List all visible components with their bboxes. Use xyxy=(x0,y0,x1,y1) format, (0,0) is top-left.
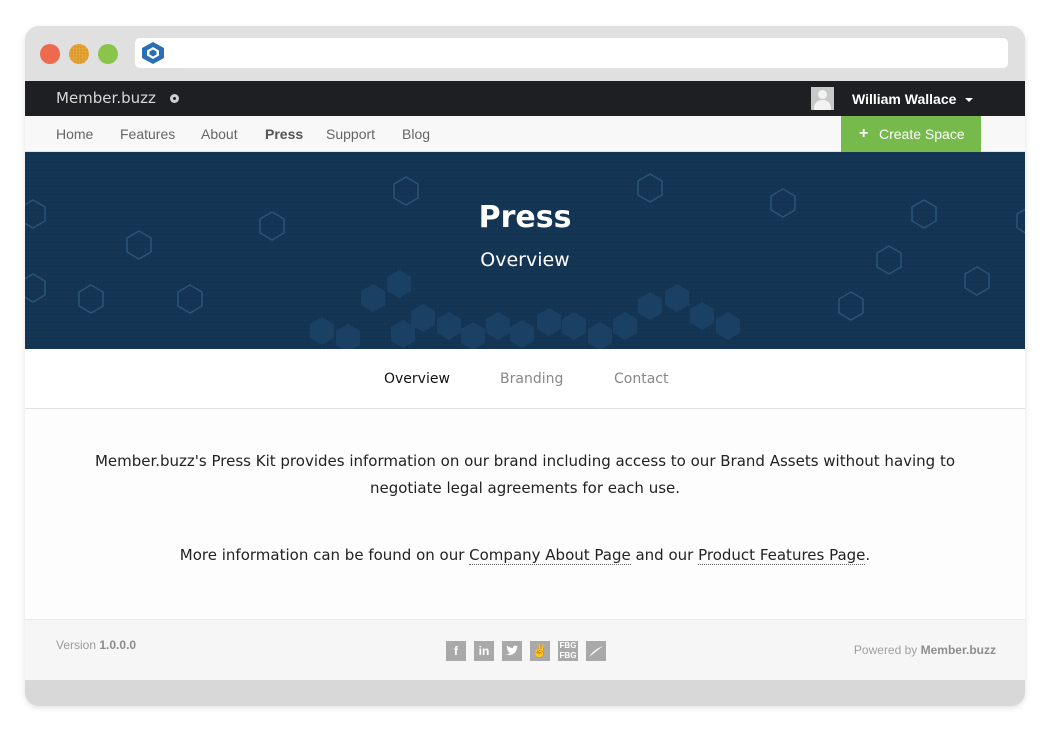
more-info-suffix: . xyxy=(865,546,871,564)
powered-brand[interactable]: Member.buzz xyxy=(921,643,996,657)
memberbuzz-logo-icon xyxy=(142,42,164,64)
page-title: Press xyxy=(478,200,572,235)
powered-label: Powered by xyxy=(853,643,918,657)
browser-chrome xyxy=(25,26,1025,81)
twitter-icon[interactable] xyxy=(502,641,522,661)
nav-item-press[interactable]: Press xyxy=(265,126,303,142)
nav-item-blog[interactable]: Blog xyxy=(402,126,430,142)
brand-name[interactable]: Member.buzz xyxy=(56,89,156,107)
maximize-window-button[interactable] xyxy=(98,44,118,64)
avatar[interactable] xyxy=(811,87,834,110)
version-label: Version xyxy=(56,638,97,652)
tab-branding[interactable]: Branding xyxy=(500,371,563,387)
intro-line-1: Member.buzz's Press Kit provides informa… xyxy=(94,452,956,470)
address-bar[interactable] xyxy=(135,38,1008,68)
close-window-button[interactable] xyxy=(40,44,60,64)
intro-line-2: negotiate legal agreements for each use. xyxy=(369,479,681,497)
linkedin-icon[interactable]: in xyxy=(474,641,494,661)
nav-item-home[interactable]: Home xyxy=(56,126,93,142)
more-info-paragraph: More information can be found on our Com… xyxy=(25,542,1025,569)
tab-overview[interactable]: Overview xyxy=(384,371,450,387)
facebook-icon[interactable]: f xyxy=(446,641,466,661)
angellist-icon[interactable]: ✌ xyxy=(530,641,550,661)
powered-by: Powered by Member.buzz xyxy=(854,643,996,657)
create-space-label: Create Space xyxy=(879,126,965,142)
foursquare-icon[interactable]: FBG FBG xyxy=(558,641,578,661)
more-info-middle: and our xyxy=(630,546,699,564)
browser-window: Member.buzz William Wallace Home Feature… xyxy=(25,26,1025,706)
browser-bottom-bar xyxy=(25,681,1025,706)
feather-icon[interactable] xyxy=(586,641,606,661)
main-nav: Home Features About Press Support Blog +… xyxy=(25,116,1025,152)
brand-status-icon xyxy=(170,94,179,103)
minimize-window-button[interactable] xyxy=(69,44,89,64)
main-content: Overview Branding Contact Member.buzz's … xyxy=(25,349,1025,619)
tab-contact[interactable]: Contact xyxy=(614,371,668,387)
product-features-link[interactable]: Product Features Page xyxy=(698,546,866,565)
top-bar: Member.buzz William Wallace xyxy=(25,81,1025,116)
plus-icon: + xyxy=(859,125,869,142)
section-tabs: Overview Branding Contact xyxy=(25,349,1025,409)
nav-item-support[interactable]: Support xyxy=(326,126,375,142)
version-info: Version 1.0.0.0 xyxy=(56,638,136,652)
version-number: 1.0.0.0 xyxy=(99,638,137,652)
user-menu-name[interactable]: William Wallace xyxy=(852,91,956,107)
create-space-button[interactable]: + Create Space xyxy=(841,116,981,152)
page-subtitle: Overview xyxy=(480,249,570,271)
company-about-link[interactable]: Company About Page xyxy=(469,546,631,565)
hero-banner: Press Overview xyxy=(25,152,1025,349)
chevron-down-icon[interactable] xyxy=(965,98,973,102)
nav-item-about[interactable]: About xyxy=(201,126,238,142)
press-kit-intro: Member.buzz's Press Kit provides informa… xyxy=(25,448,1025,502)
footer: Version 1.0.0.0 f in ✌ FBG FBG Powered by… xyxy=(25,619,1025,681)
nav-item-features[interactable]: Features xyxy=(120,126,175,142)
more-info-prefix: More information can be found on our xyxy=(179,546,470,564)
